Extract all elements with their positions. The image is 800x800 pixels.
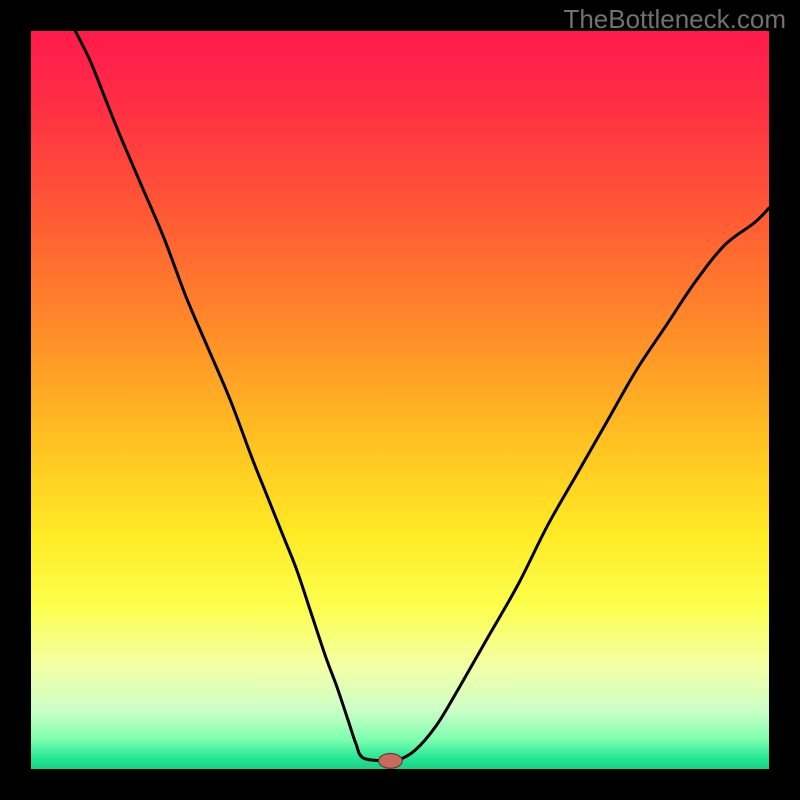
bottleneck-chart [0,0,800,800]
optimum-marker [379,754,403,769]
plot-background [31,31,769,769]
chart-frame: { "watermark": "TheBottleneck.com", "col… [0,0,800,800]
watermark-text: TheBottleneck.com [563,4,786,35]
